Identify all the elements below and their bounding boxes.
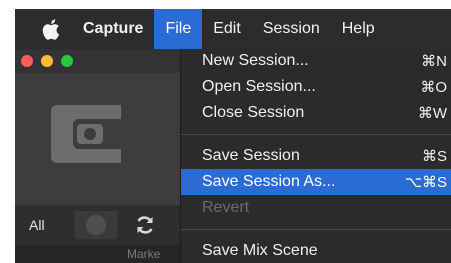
menu-item-label: Open Session... xyxy=(202,78,316,95)
apple-logo-icon[interactable] xyxy=(41,17,61,41)
marker-column-label: Marke xyxy=(127,247,161,261)
menu-item-close-session[interactable]: Close Session ⌘W xyxy=(181,100,451,126)
menu-item-label: Revert xyxy=(202,199,250,216)
menu-item-new-session[interactable]: New Session... ⌘N xyxy=(181,48,451,74)
close-window-button[interactable] xyxy=(21,55,33,67)
marker-strip: Marke xyxy=(15,245,180,263)
menu-item-label: Save Session xyxy=(202,147,300,164)
menu-item-save-session-as[interactable]: Save Session As... ⌥⌘S xyxy=(181,169,451,195)
menu-item-label: New Session... xyxy=(202,52,309,69)
menu-file[interactable]: File xyxy=(154,9,203,49)
minimize-window-button[interactable] xyxy=(41,55,53,67)
app-window: All Marke xyxy=(15,49,180,263)
menu-app-capture[interactable]: Capture xyxy=(83,9,154,49)
menu-item-revert: Revert xyxy=(181,195,451,221)
menu-item-shortcut: ⌥⌘S xyxy=(404,174,447,191)
menu-item-label: Save Mix Scene xyxy=(202,242,318,259)
menu-separator xyxy=(181,229,451,230)
menu-separator xyxy=(181,134,451,135)
capture-logo-icon xyxy=(51,105,121,163)
all-filter-button[interactable]: All xyxy=(29,205,45,245)
menu-item-shortcut: ⌘O xyxy=(420,79,447,96)
menu-item-save-session[interactable]: Save Session ⌘S xyxy=(181,143,451,169)
menu-session[interactable]: Session xyxy=(252,9,331,49)
logo-area xyxy=(15,73,180,205)
menu-item-shortcut: ⌘S xyxy=(421,148,447,165)
refresh-icon[interactable] xyxy=(135,215,155,235)
menu-edit[interactable]: Edit xyxy=(202,9,252,49)
menu-item-label: Close Session xyxy=(202,104,305,121)
menu-help[interactable]: Help xyxy=(331,9,386,49)
menu-item-save-mix-scene[interactable]: Save Mix Scene xyxy=(181,238,451,263)
record-button[interactable] xyxy=(75,211,117,239)
menu-item-shortcut: ⌘N xyxy=(421,53,447,70)
menu-bar: Capture File Edit Session Help xyxy=(15,9,451,49)
menu-item-shortcut: ⌘W xyxy=(417,105,447,122)
menu-item-label: Save Session As... xyxy=(202,173,336,190)
menu-item-open-session[interactable]: Open Session... ⌘O xyxy=(181,74,451,100)
window-titlebar xyxy=(15,49,180,73)
maximize-window-button[interactable] xyxy=(61,55,73,67)
record-circle-icon xyxy=(86,215,106,235)
window-toolbar: All xyxy=(15,205,180,245)
screenshot-frame: All Marke Capture File Edit Session Help xyxy=(0,0,451,263)
file-menu-dropdown: New Session... ⌘N Open Session... ⌘O Clo… xyxy=(180,49,451,263)
